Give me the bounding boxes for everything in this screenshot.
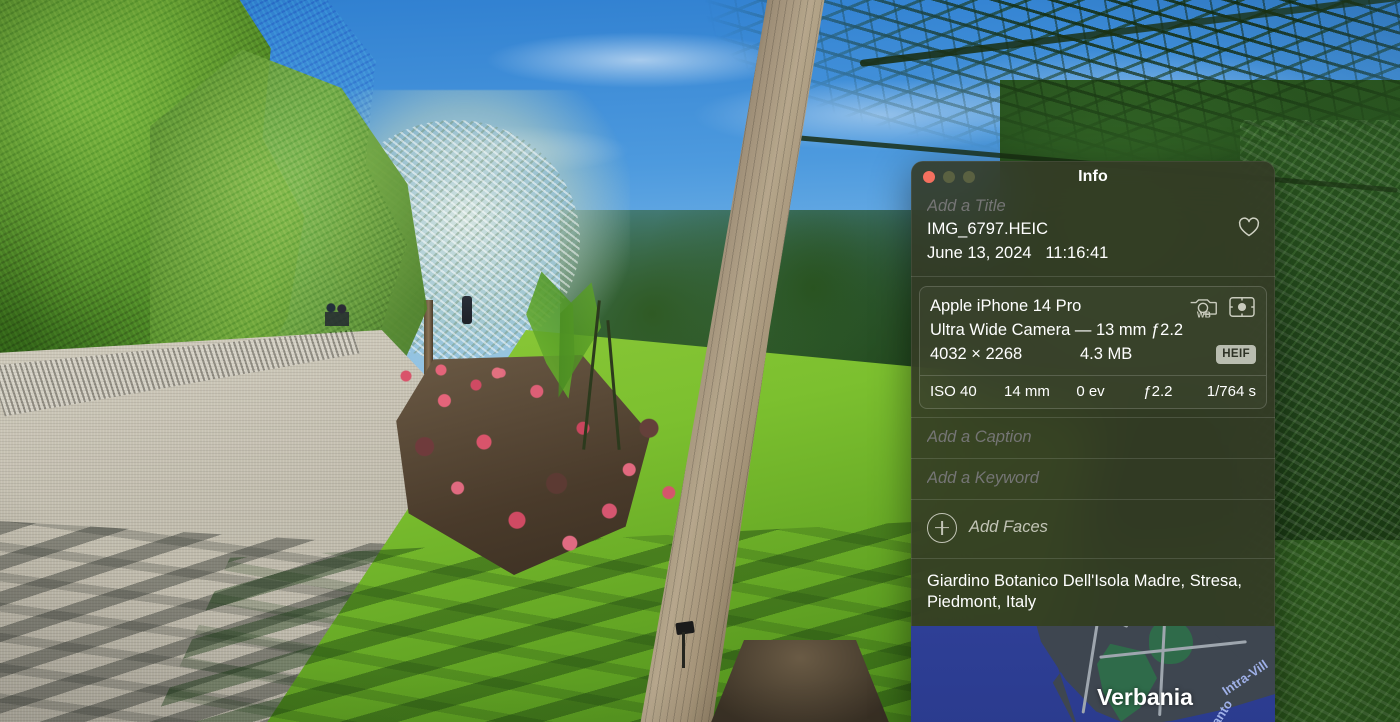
camera-details: Apple iPhone 14 Pro Ultra Wide Camera — … xyxy=(920,287,1266,375)
garden-sign-post xyxy=(682,632,685,668)
white-balance-camera-icon[interactable]: WB xyxy=(1188,295,1218,324)
map-park-area-b xyxy=(1149,625,1193,664)
filename-label: IMG_6797.HEIC xyxy=(927,220,1049,239)
window-titlebar[interactable]: Info xyxy=(911,161,1275,193)
exif-shutter-speed: 1/764 s xyxy=(1206,382,1256,400)
metadata-header: IMG_6797.HEIC June 13, 2024 11:16:41 xyxy=(911,193,1275,276)
datetime-label: June 13, 2024 11:16:41 xyxy=(927,243,1109,262)
plus-circle-icon[interactable] xyxy=(927,512,957,543)
camera-icon-group: WB xyxy=(1188,295,1256,324)
camera-info-card: Apple iPhone 14 Pro Ultra Wide Camera — … xyxy=(919,285,1267,409)
keyword-input[interactable] xyxy=(911,458,1275,499)
metering-mode-icon[interactable] xyxy=(1228,295,1256,324)
garden-sign xyxy=(675,620,695,636)
exif-focal-length: 14 mm xyxy=(1004,382,1050,400)
screen: Info IMG_6797.HEIC June 13, 2024 11:16:4… xyxy=(0,0,1400,722)
location-label[interactable]: Giardino Botanico Dell'Isola Madre, Stre… xyxy=(911,559,1275,626)
format-badge: HEIF xyxy=(1216,344,1256,365)
title-input[interactable] xyxy=(927,195,1187,218)
file-details-row: 4032 × 2268 4.3 MB HEIF xyxy=(930,343,1256,367)
exif-aperture: ƒ2.2 xyxy=(1143,382,1173,400)
caption-input[interactable] xyxy=(911,417,1275,458)
file-size: 4.3 MB xyxy=(1080,344,1133,363)
divider-header xyxy=(911,275,1275,277)
location-map[interactable]: Verbania Intra-Vill e Taranto Pal nza xyxy=(911,625,1275,722)
flower-bed-blooms xyxy=(385,350,715,580)
add-faces-row[interactable]: Add Faces xyxy=(911,500,1275,558)
traffic-lights xyxy=(923,171,975,183)
exif-row: ISO 40 14 mm 0 ev ƒ2.2 1/764 s xyxy=(920,376,1266,408)
maximize-button[interactable] xyxy=(963,171,975,183)
info-panel: Info IMG_6797.HEIC June 13, 2024 11:16:4… xyxy=(911,161,1275,722)
exif-iso: ISO 40 xyxy=(930,382,977,400)
image-dimensions: 4032 × 2268 xyxy=(930,344,1023,363)
distant-visitors xyxy=(325,300,349,326)
svg-text:WB: WB xyxy=(1197,309,1211,318)
map-city-label: Verbania xyxy=(1097,683,1193,710)
window-title: Info xyxy=(1078,168,1108,185)
close-button[interactable] xyxy=(923,171,935,183)
distant-person xyxy=(462,296,472,324)
exif-exposure-bias: 0 ev xyxy=(1076,382,1105,400)
add-faces-label: Add Faces xyxy=(969,518,1048,537)
heart-icon[interactable] xyxy=(1237,215,1261,239)
minimize-button[interactable] xyxy=(943,171,955,183)
